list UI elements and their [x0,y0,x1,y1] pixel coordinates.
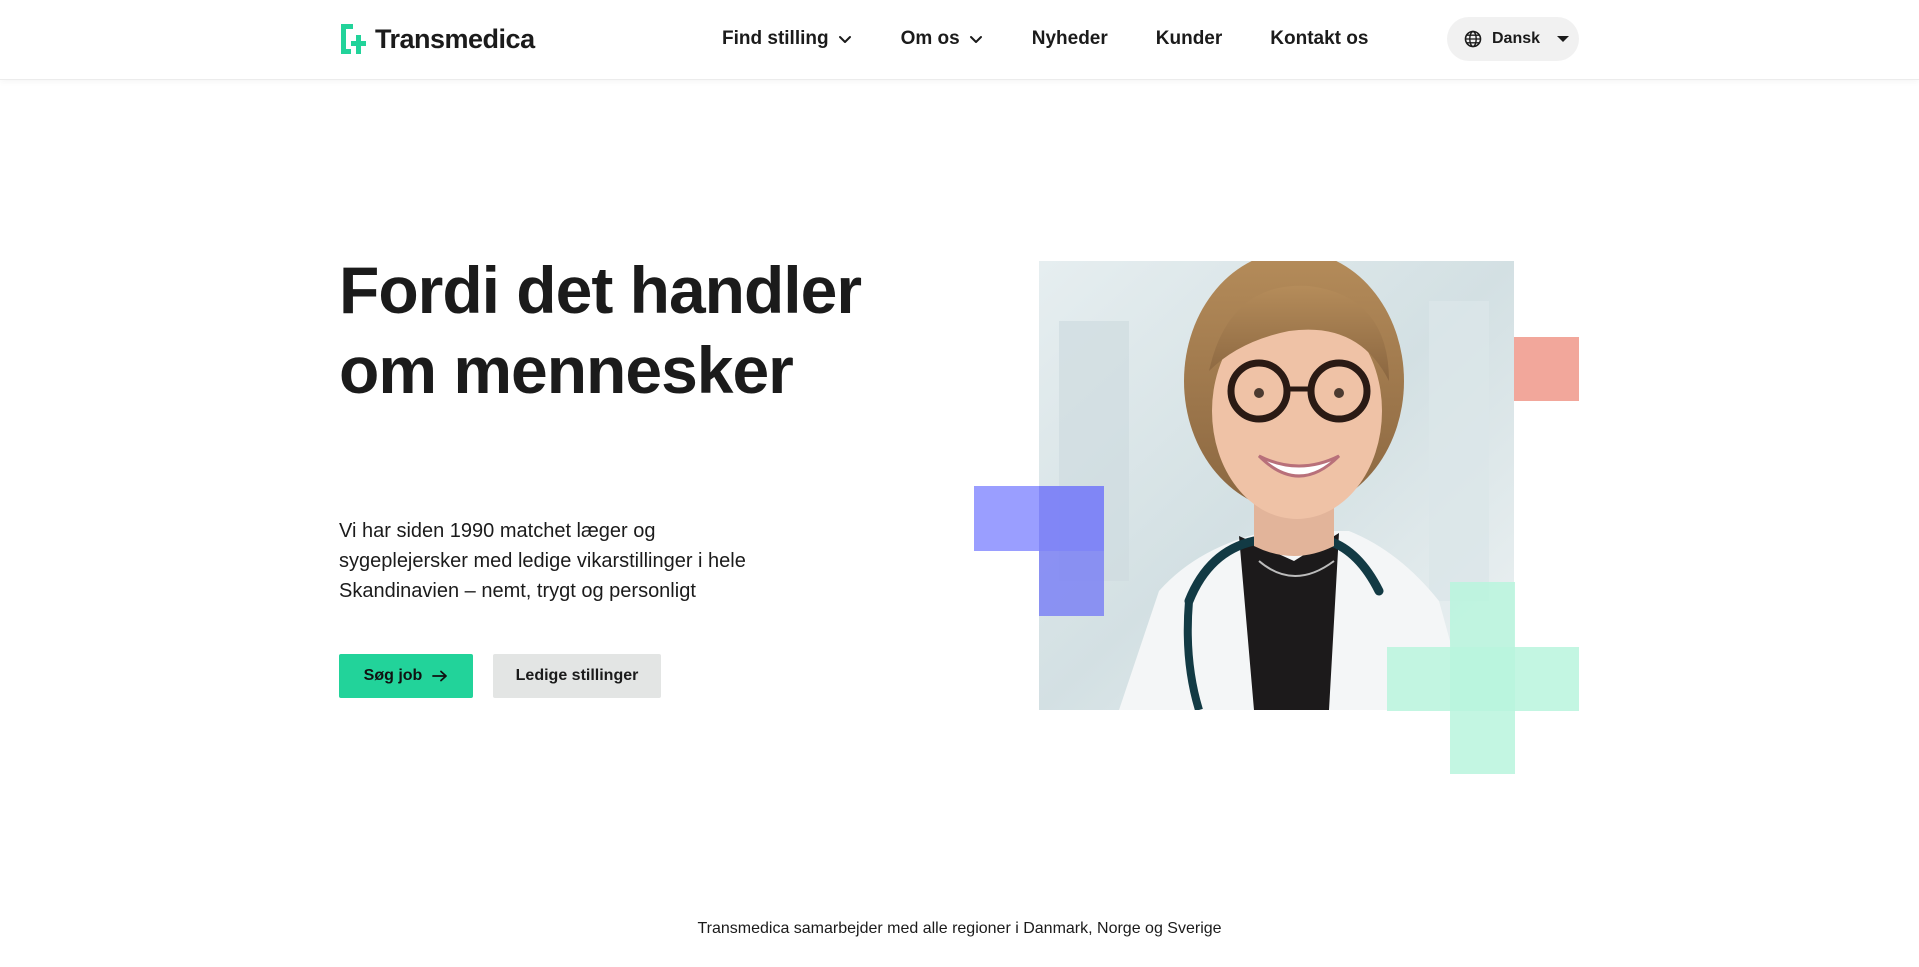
hero-visual [974,200,1584,780]
partners-text: Transmedica samarbejder med alle regione… [697,920,1222,937]
arrow-right-icon [432,670,448,682]
coral-square [1514,337,1579,401]
logo-cross-icon [341,24,366,54]
chevron-down-icon [969,36,982,43]
chevron-down-icon [838,36,851,43]
nav-item-om-os[interactable]: Om os [901,28,984,50]
logo-link[interactable]: Transmedica [339,22,535,56]
caret-down-icon [1557,36,1570,42]
nav-item-label: Kunder [1155,28,1223,49]
open-positions-label: Ledige stillinger [515,667,639,684]
logo-wordmark: Transmedica [375,23,535,54]
nav-item-label: Nyheder [1031,28,1108,49]
nav-item-label: Kontakt os [1270,28,1369,49]
language-label: Dansk [1492,30,1541,47]
nav-item-kunder[interactable]: Kunder [1156,28,1223,50]
open-positions-button[interactable]: Ledige stillinger [493,654,661,698]
language-selector[interactable]: Dansk [1447,17,1579,61]
main-nav: Find stilling Om os Nyheder Kunder Konta… [722,28,1368,50]
search-job-label: Søg job [363,667,423,684]
hero-title: Fordi det handler om mennesker [339,253,862,407]
nav-item-label: Find stilling [722,28,829,49]
nav-item-kontakt-os[interactable]: Kontakt os [1270,28,1368,50]
nav-item-nyheder[interactable]: Nyheder [1032,28,1108,50]
doctor-portrait-image [1039,261,1514,710]
nav-item-find-stilling[interactable]: Find stilling [722,28,853,50]
site-header: Transmedica Find stilling Om os Nyheder … [0,0,1919,80]
purple-square-inner [1039,486,1104,616]
mint-cross-horizontal [1387,647,1579,711]
search-job-button[interactable]: Søg job [339,654,473,698]
hero-subtitle: Vi har siden 1990 matchet læger og sygep… [339,520,746,602]
doctor-photo [1039,261,1514,710]
globe-icon [1464,30,1482,48]
nav-item-label: Om os [900,28,960,49]
